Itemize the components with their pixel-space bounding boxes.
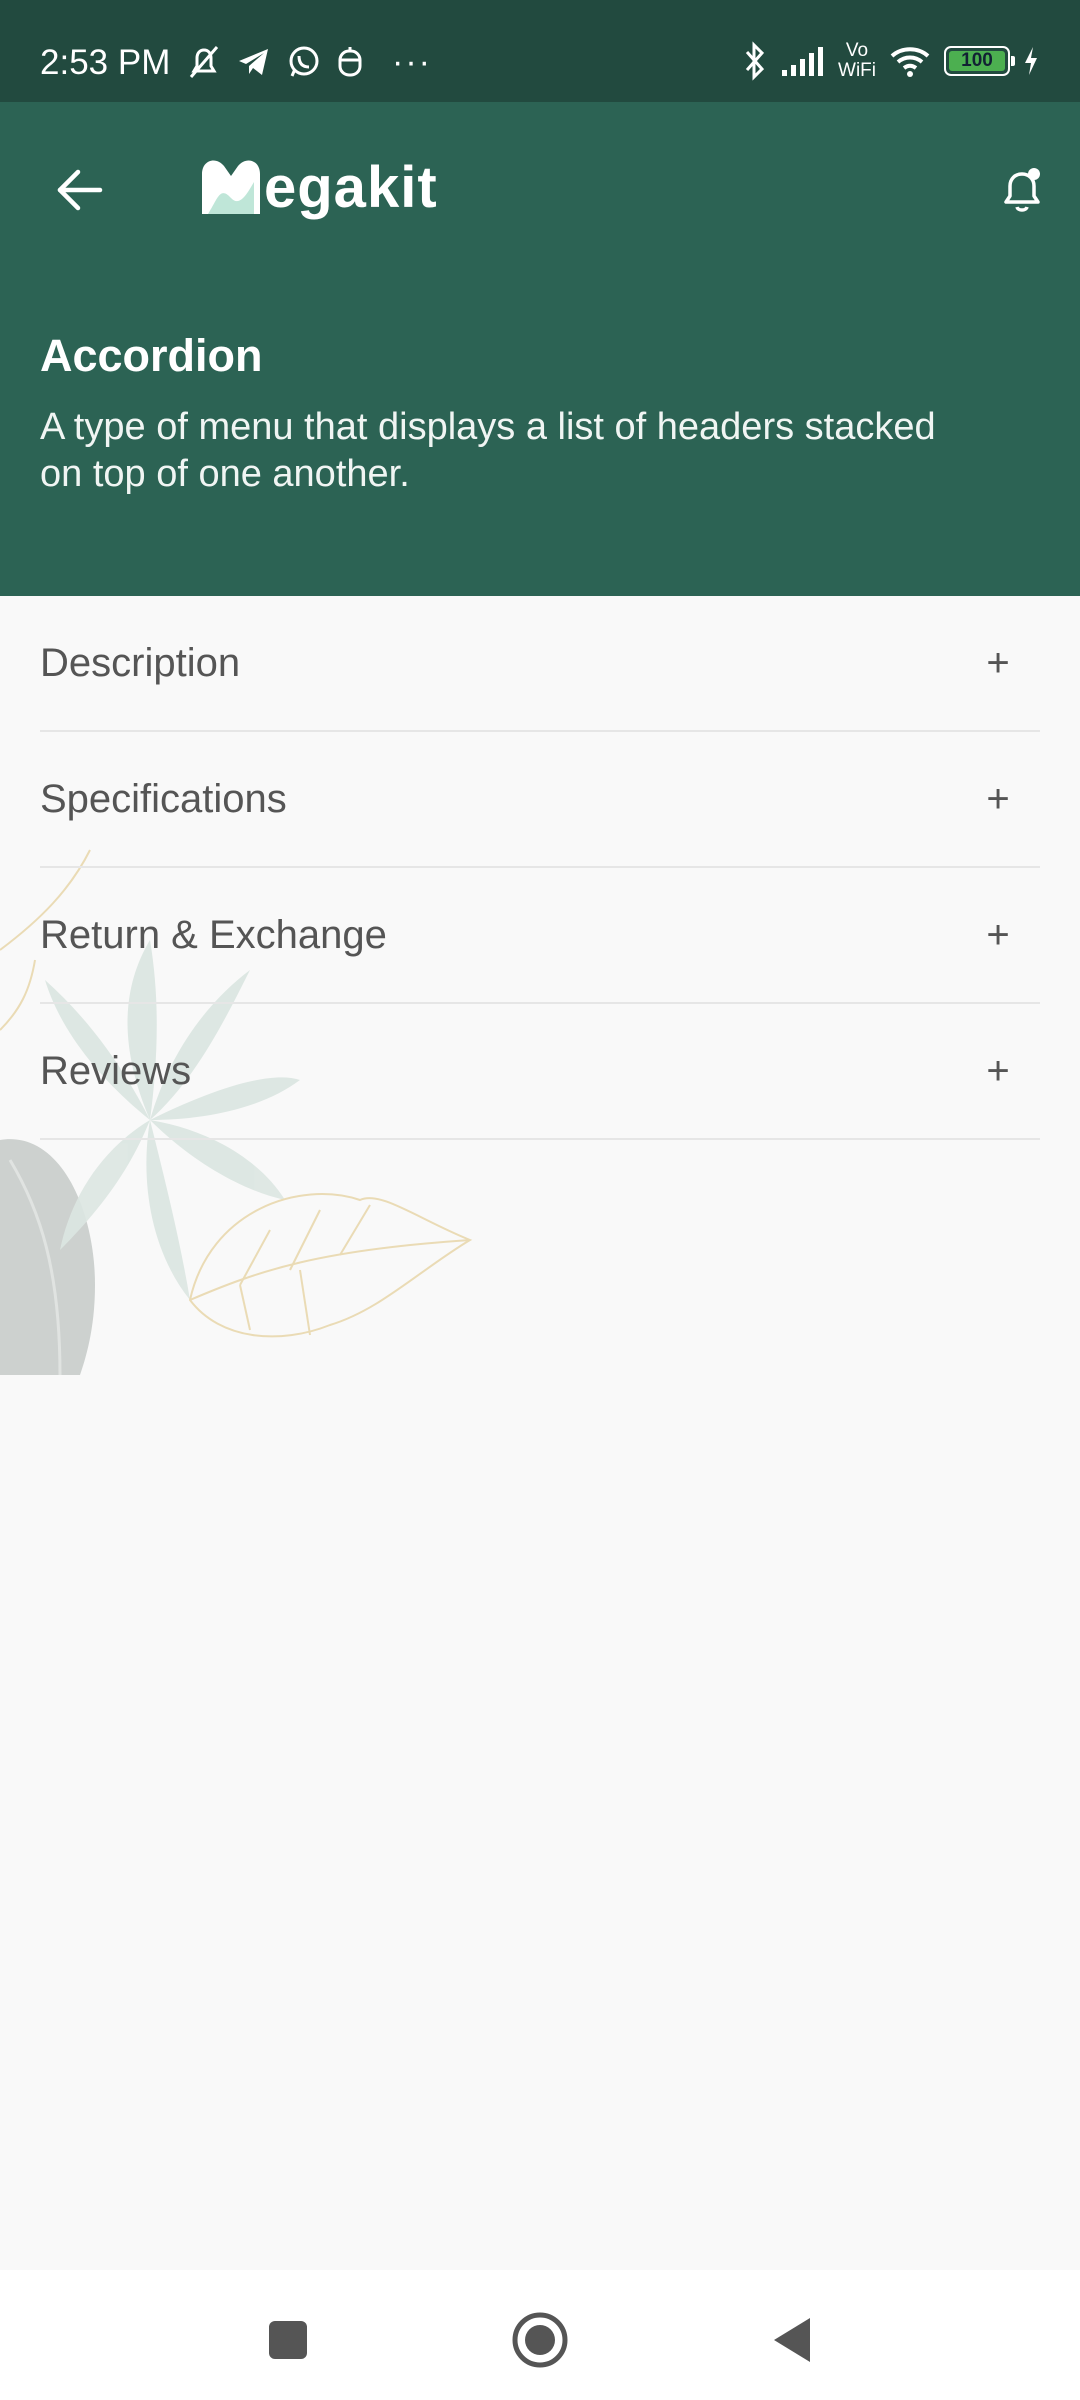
mute-icon [189, 46, 219, 78]
recent-apps-icon [269, 2321, 307, 2359]
status-left-icons: ··· [186, 42, 432, 82]
notification-button[interactable] [982, 150, 1062, 230]
logo-text: egakit [264, 154, 438, 220]
signal-icon [782, 47, 824, 76]
accordion-item-return-exchange[interactable]: Return & Exchange + [40, 868, 1040, 1004]
accordion-item-label: Specifications [40, 776, 287, 821]
recent-apps-button[interactable] [248, 2300, 328, 2380]
page-description: A type of menu that displays a list of h… [40, 406, 936, 495]
accordion-item-specifications[interactable]: Specifications + [40, 732, 1040, 868]
arrow-left-icon [57, 169, 103, 211]
accordion-item-label: Return & Exchange [40, 912, 387, 957]
telegram-icon [239, 49, 268, 75]
megakit-logo-mark [202, 160, 260, 214]
vowifi-icon: Vo WiFi [838, 40, 876, 81]
wifi-icon [890, 47, 930, 77]
back-nav-button[interactable] [752, 2300, 832, 2380]
plus-icon[interactable]: + [968, 1041, 1028, 1101]
home-button[interactable] [500, 2300, 580, 2380]
plus-icon[interactable]: + [968, 769, 1028, 829]
battery-icon: 100 [944, 46, 1015, 76]
charging-icon [1025, 47, 1037, 75]
status-right-icons: Vo WiFi 100 [742, 38, 1040, 84]
system-nav-bar [0, 2270, 1080, 2400]
bell-icon [1004, 168, 1040, 212]
accordion-item-description[interactable]: Description + [40, 596, 1040, 732]
plus-icon[interactable]: + [968, 633, 1028, 693]
app-icon [338, 47, 362, 77]
home-icon [512, 2312, 568, 2368]
megakit-logo: egakit [196, 142, 438, 232]
accordion-item-reviews[interactable]: Reviews + [40, 1004, 1040, 1140]
whatsapp-icon [289, 46, 319, 77]
accordion-item-label: Description [40, 640, 241, 685]
bluetooth-icon [745, 41, 765, 81]
back-triangle-icon [774, 2318, 810, 2362]
status-bar: 2:53 PM ··· Vo WiFi 100 [0, 0, 1080, 102]
app-header: egakit Accordion A type of menu that dis… [0, 102, 1080, 596]
more-dots-icon: ··· [392, 42, 432, 81]
back-button[interactable] [40, 150, 120, 230]
accordion: Description + Specifications + Return & … [40, 596, 1040, 1140]
plus-icon[interactable]: + [968, 905, 1028, 965]
page-title: Accordion [40, 330, 263, 381]
status-time: 2:53 PM [40, 43, 171, 82]
accordion-item-label: Reviews [40, 1048, 192, 1093]
